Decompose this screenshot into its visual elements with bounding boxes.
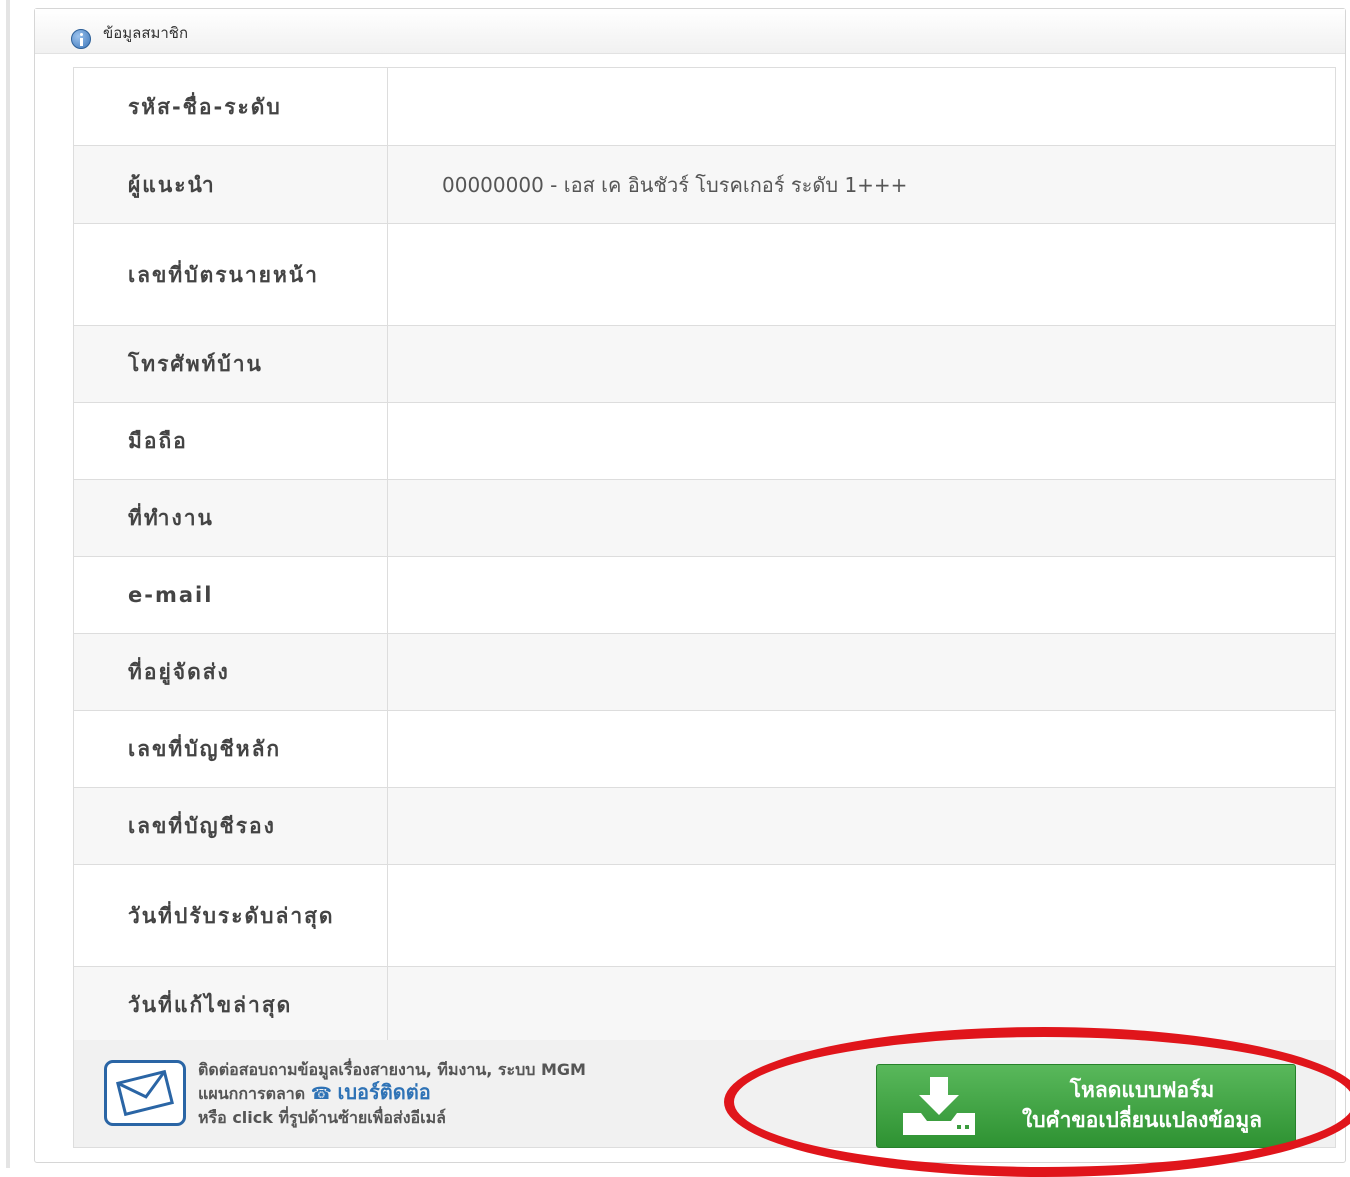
phone-icon: ☎ bbox=[310, 1084, 332, 1104]
table-row: ที่อยู่จัดส่ง bbox=[73, 633, 1336, 711]
table-row: ผู้แนะนำ 00000000 - เอส เค อินชัวร์ โบรค… bbox=[73, 145, 1336, 224]
table-row: โทรศัพท์บ้าน bbox=[73, 325, 1336, 403]
field-label: ผู้แนะนำ bbox=[73, 145, 388, 224]
download-label-line-1: โหลดแบบฟอร์ม bbox=[1069, 1078, 1215, 1102]
field-label: เลขที่บัญชีรอง bbox=[73, 787, 388, 865]
table-row: เลขที่บัญชีรอง bbox=[73, 787, 1336, 865]
field-value: 00000000 - เอส เค อินชัวร์ โบรคเกอร์ ระด… bbox=[387, 145, 1336, 224]
info-icon bbox=[71, 29, 91, 49]
contact-number-link[interactable]: เบอร์ติดต่อ bbox=[338, 1080, 431, 1104]
field-label: ที่อยู่จัดส่ง bbox=[73, 633, 388, 711]
left-border bbox=[6, 0, 10, 1168]
department-label: แผนกการตลาด bbox=[198, 1084, 306, 1103]
envelope-icon[interactable] bbox=[104, 1060, 186, 1126]
field-value bbox=[387, 325, 1336, 403]
field-label: เลขที่บัตรนายหน้า bbox=[73, 223, 388, 326]
field-value bbox=[387, 710, 1336, 788]
footer-bar: ติดต่อสอบถามข้อมูลเรื่องสายงาน, ทีมงาน, … bbox=[73, 1040, 1336, 1148]
field-value bbox=[387, 556, 1336, 634]
table-row: รหัส-ชื่อ-ระดับ bbox=[73, 67, 1336, 146]
table-row: มือถือ bbox=[73, 402, 1336, 480]
field-label: ที่ทำงาน bbox=[73, 479, 388, 557]
panel-title: ข้อมูลสมาชิก bbox=[103, 24, 189, 42]
field-value bbox=[387, 223, 1336, 326]
footer-contact-text: ติดต่อสอบถามข้อมูลเรื่องสายงาน, ทีมงาน, … bbox=[198, 1058, 758, 1129]
field-value bbox=[387, 864, 1336, 967]
field-value bbox=[387, 787, 1336, 865]
field-label: มือถือ bbox=[73, 402, 388, 480]
field-label: เลขที่บัญชีหลัก bbox=[73, 710, 388, 788]
download-label-line-2: ใบคำขอเปลี่ยนแปลงข้อมูล bbox=[1021, 1108, 1263, 1132]
table-row: ที่ทำงาน bbox=[73, 479, 1336, 557]
member-info-table: รหัส-ชื่อ-ระดับ ผู้แนะนำ 00000000 - เอส … bbox=[73, 67, 1336, 1044]
field-value bbox=[387, 67, 1336, 146]
table-row: วันที่ปรับระดับล่าสุด bbox=[73, 864, 1336, 967]
envelope-icon-graphic bbox=[116, 1069, 174, 1117]
field-value bbox=[387, 402, 1336, 480]
field-label: e-mail bbox=[73, 556, 388, 634]
field-label: โทรศัพท์บ้าน bbox=[73, 325, 388, 403]
field-label: วันที่แก้ไขล่าสุด bbox=[73, 966, 388, 1044]
footer-line-1: ติดต่อสอบถามข้อมูลเรื่องสายงาน, ทีมงาน, … bbox=[198, 1060, 586, 1079]
footer-line-2: แผนกการตลาด ☎ เบอร์ติดต่อ bbox=[198, 1081, 758, 1106]
download-button-label: โหลดแบบฟอร์ม ใบคำขอเปลี่ยนแปลงข้อมูล bbox=[992, 1075, 1292, 1135]
field-label: วันที่ปรับระดับล่าสุด bbox=[73, 864, 388, 967]
field-value bbox=[387, 966, 1336, 1044]
panel-header: ข้อมูลสมาชิก bbox=[35, 9, 1345, 54]
download-form-button[interactable]: โหลดแบบฟอร์ม ใบคำขอเปลี่ยนแปลงข้อมูล bbox=[876, 1064, 1296, 1148]
table-row: วันที่แก้ไขล่าสุด bbox=[73, 966, 1336, 1044]
table-row: เลขที่บัตรนายหน้า bbox=[73, 223, 1336, 326]
download-icon bbox=[903, 1077, 975, 1135]
field-label: รหัส-ชื่อ-ระดับ bbox=[73, 67, 388, 146]
table-row: e-mail bbox=[73, 556, 1336, 634]
field-value bbox=[387, 633, 1336, 711]
table-row: เลขที่บัญชีหลัก bbox=[73, 710, 1336, 788]
member-info-panel: ข้อมูลสมาชิก รหัส-ชื่อ-ระดับ ผู้แนะนำ 00… bbox=[34, 8, 1346, 1163]
field-value bbox=[387, 479, 1336, 557]
footer-line-3: หรือ click ที่รูปด้านซ้ายเพื่อส่งอีเมล์ bbox=[198, 1108, 446, 1127]
